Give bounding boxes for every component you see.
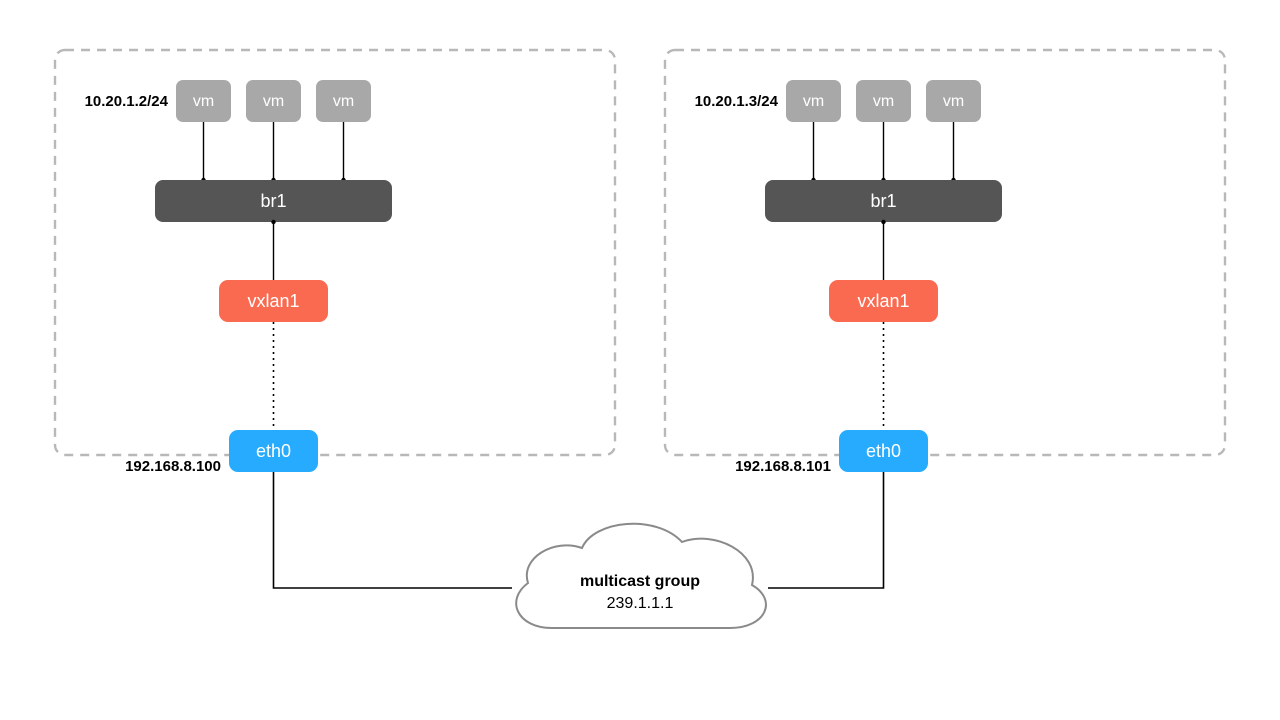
route-left-to-cloud	[274, 472, 513, 588]
conn-dot	[881, 220, 885, 224]
eth-label-right: eth0	[866, 441, 901, 461]
vxlan-label-right: vxlan1	[857, 291, 909, 311]
vm-label: vm	[333, 93, 354, 110]
vm-group-left: vm vm vm	[176, 80, 371, 122]
vm-label: vm	[193, 93, 214, 110]
vm-ip-label-right: 10.20.1.3/24	[695, 93, 779, 110]
cloud-title: multicast group	[580, 573, 700, 590]
vm-label: vm	[943, 93, 964, 110]
vm-ip-label-left: 10.20.1.2/24	[85, 93, 169, 110]
bridge-label-right: br1	[870, 191, 896, 211]
multicast-cloud: multicast group 239.1.1.1	[516, 524, 766, 628]
conn-dot	[271, 220, 275, 224]
eth-ip-label-left: 192.168.8.100	[125, 458, 221, 475]
vm-label: vm	[803, 93, 824, 110]
vm-label: vm	[873, 93, 894, 110]
route-right-to-cloud	[768, 472, 884, 588]
vm-group-right: vm vm vm	[786, 80, 981, 122]
vm-label: vm	[263, 93, 284, 110]
network-diagram: 10.20.1.2/24 vm vm vm br1 vxlan1 eth0 19…	[0, 0, 1280, 720]
vxlan-label-left: vxlan1	[247, 291, 299, 311]
cloud-ip: 239.1.1.1	[607, 595, 674, 612]
eth-label-left: eth0	[256, 441, 291, 461]
eth-ip-label-right: 192.168.8.101	[735, 458, 831, 475]
bridge-label-left: br1	[260, 191, 286, 211]
